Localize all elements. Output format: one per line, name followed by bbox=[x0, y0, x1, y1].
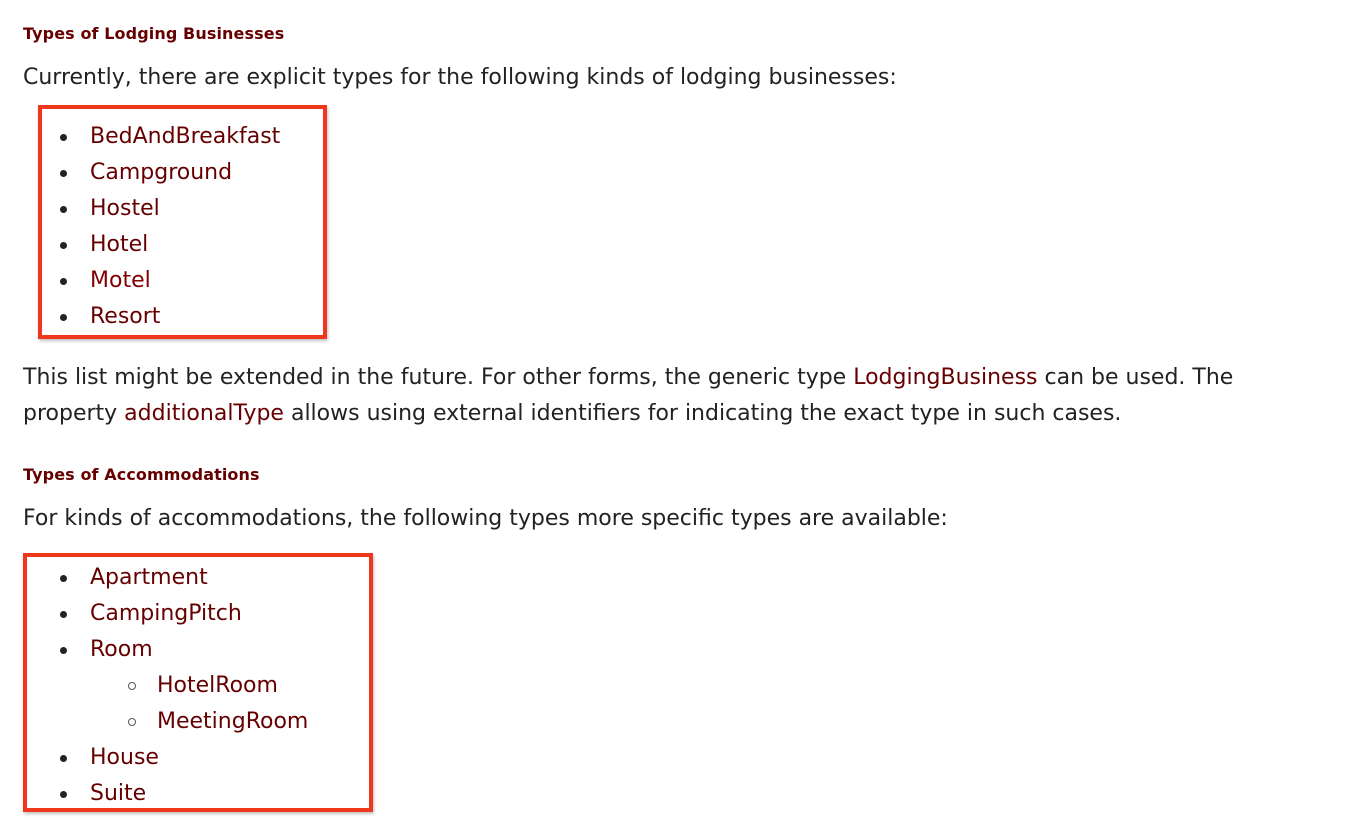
link-motel[interactable]: Motel bbox=[90, 268, 151, 293]
list-item: Apartment bbox=[23, 560, 308, 596]
note-text: allows using external identifiers for in… bbox=[283, 401, 1122, 426]
link-bedandbreakfast[interactable]: BedAndBreakfast bbox=[90, 124, 280, 149]
accommodations-intro-text: For kinds of accommodations, the followi… bbox=[23, 506, 948, 531]
circle-bullet-icon bbox=[128, 682, 136, 690]
sub-list-item: MeetingRoom bbox=[23, 704, 308, 740]
bullet-icon bbox=[60, 791, 67, 798]
lodging-types-list: BedAndBreakfast Campground Hostel Hotel … bbox=[23, 119, 280, 335]
list-item: Suite bbox=[23, 776, 308, 812]
link-campground[interactable]: Campground bbox=[90, 160, 232, 185]
section-heading-accommodations: Types of Accommodations bbox=[23, 465, 260, 484]
link-hotelroom[interactable]: HotelRoom bbox=[157, 673, 278, 698]
bullet-icon bbox=[60, 647, 67, 654]
link-meetingroom[interactable]: MeetingRoom bbox=[157, 709, 308, 734]
bullet-icon bbox=[60, 242, 67, 249]
link-apartment[interactable]: Apartment bbox=[90, 565, 208, 590]
list-item: BedAndBreakfast bbox=[23, 119, 280, 155]
bullet-icon bbox=[60, 134, 67, 141]
link-hostel[interactable]: Hostel bbox=[90, 196, 160, 221]
sub-list-item: HotelRoom bbox=[23, 668, 308, 704]
bullet-icon bbox=[60, 755, 67, 762]
list-item: CampingPitch bbox=[23, 596, 308, 632]
list-item: Resort bbox=[23, 299, 280, 335]
link-hotel[interactable]: Hotel bbox=[90, 232, 148, 257]
section-heading-lodging-businesses: Types of Lodging Businesses bbox=[23, 24, 285, 43]
note-text: can be used. The bbox=[1037, 365, 1234, 390]
link-resort[interactable]: Resort bbox=[90, 304, 160, 329]
link-room[interactable]: Room bbox=[90, 637, 153, 662]
link-house[interactable]: House bbox=[90, 745, 159, 770]
bullet-icon bbox=[60, 170, 67, 177]
list-item: Campground bbox=[23, 155, 280, 191]
lodging-note-line2: property additionalType allows using ext… bbox=[23, 396, 1363, 432]
bullet-icon bbox=[60, 278, 67, 285]
link-suite[interactable]: Suite bbox=[90, 781, 146, 806]
lodging-intro-text: Currently, there are explicit types for … bbox=[23, 65, 897, 90]
link-additionaltype[interactable]: additionalType bbox=[124, 401, 284, 426]
list-item: Motel bbox=[23, 263, 280, 299]
note-text: This list might be extended in the futur… bbox=[23, 365, 854, 390]
circle-bullet-icon bbox=[128, 718, 136, 726]
link-campingpitch[interactable]: CampingPitch bbox=[90, 601, 242, 626]
bullet-icon bbox=[60, 611, 67, 618]
list-item: Room bbox=[23, 632, 308, 668]
bullet-icon bbox=[60, 314, 67, 321]
list-item: Hostel bbox=[23, 191, 280, 227]
list-item: House bbox=[23, 740, 308, 776]
list-item: Hotel bbox=[23, 227, 280, 263]
lodging-note-line1: This list might be extended in the futur… bbox=[23, 360, 1363, 396]
bullet-icon bbox=[60, 575, 67, 582]
note-text: property bbox=[23, 401, 125, 426]
bullet-icon bbox=[60, 206, 67, 213]
link-lodgingbusiness[interactable]: LodgingBusiness bbox=[853, 365, 1037, 390]
accommodation-types-list: Apartment CampingPitch Room HotelRoom Me… bbox=[23, 560, 308, 812]
